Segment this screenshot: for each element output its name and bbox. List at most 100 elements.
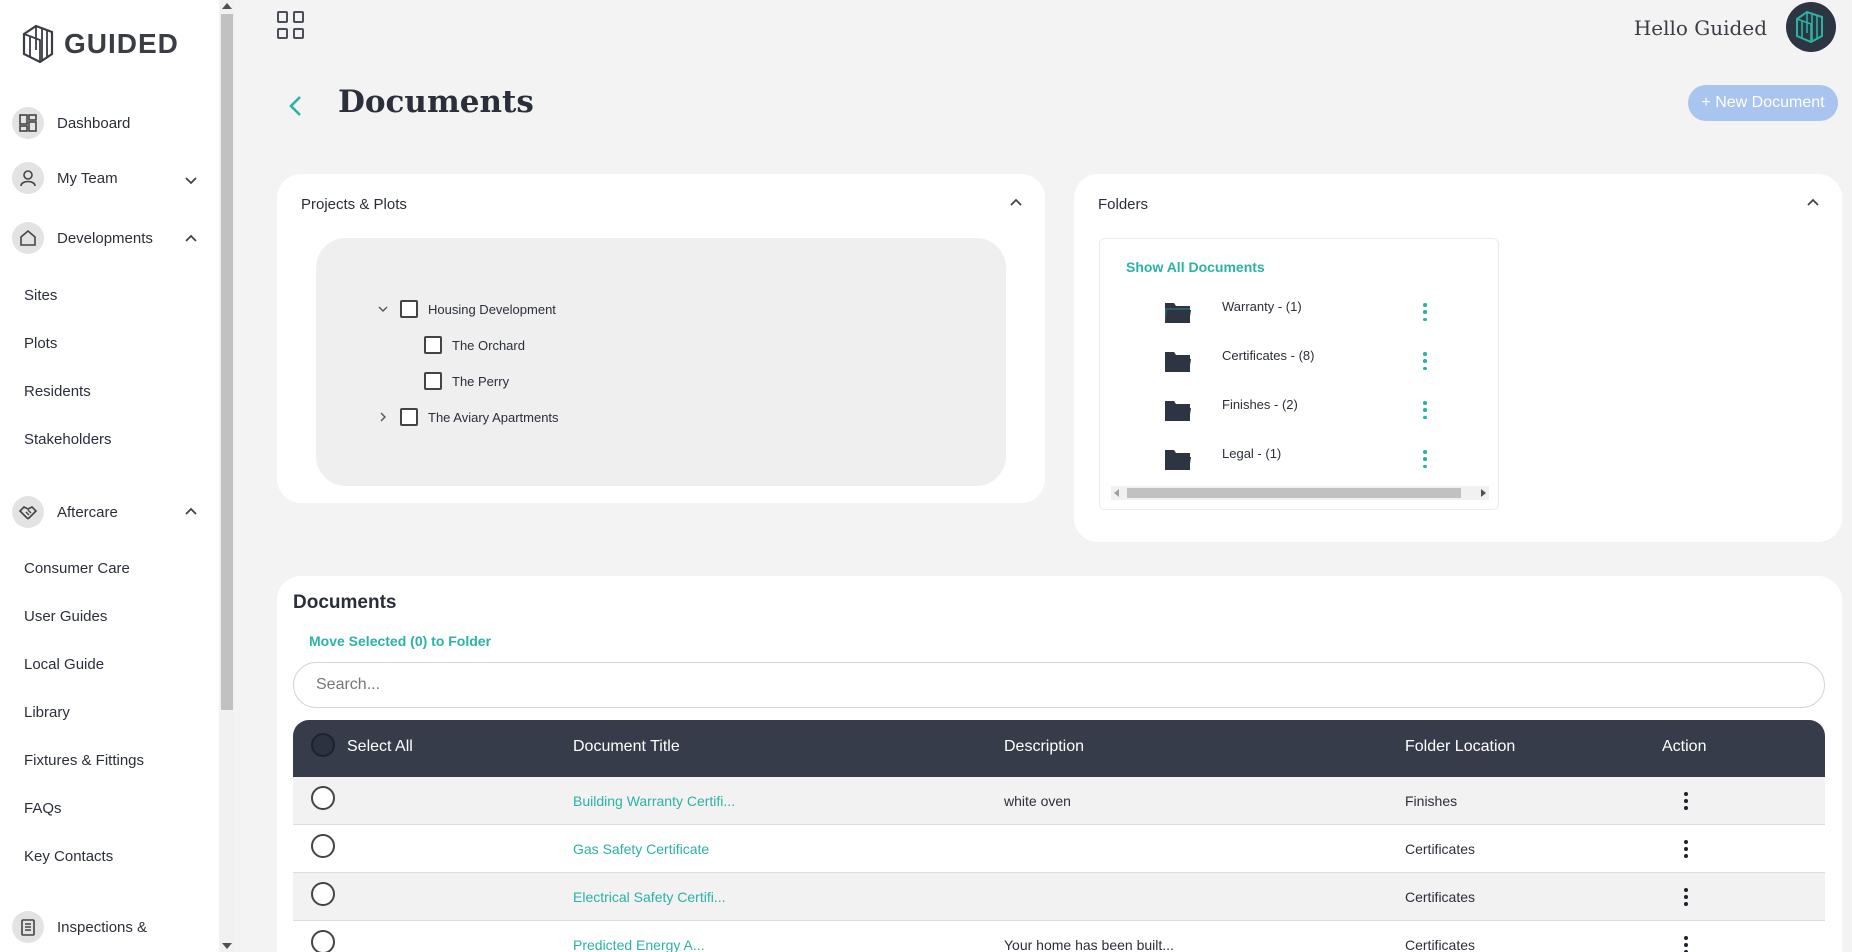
row-actions-icon[interactable] — [1682, 839, 1690, 859]
row-select-radio[interactable] — [311, 834, 335, 858]
scroll-left-icon[interactable] — [1114, 489, 1119, 497]
chevron-up-icon[interactable] — [183, 230, 199, 246]
folder-item[interactable]: Finishes - (2) — [1100, 393, 1498, 429]
row-select-radio[interactable] — [311, 786, 335, 810]
chevron-down-icon[interactable] — [183, 173, 199, 189]
sidebar-item-local-guide[interactable]: Local Guide — [24, 656, 104, 673]
folder-icon — [1165, 450, 1191, 470]
folder-name: Warranty - (1) — [1222, 299, 1302, 314]
folder-item[interactable]: Certificates - (8) — [1100, 344, 1498, 380]
tree-item-housing-development: Housing Development — [376, 298, 556, 320]
row-select-radio[interactable] — [311, 882, 335, 906]
clipboard-icon — [12, 911, 44, 943]
more-options-icon[interactable] — [1420, 448, 1430, 470]
tree-checkbox[interactable] — [400, 300, 418, 318]
collapse-chevron-icon[interactable] — [1008, 194, 1024, 210]
column-header-action: Action — [1662, 738, 1707, 755]
folders-horizontal-scrollbar[interactable] — [1111, 486, 1489, 500]
select-all-radio[interactable] — [311, 733, 335, 757]
scroll-up-icon[interactable] — [222, 3, 232, 9]
document-description: white oven — [1004, 793, 1071, 809]
more-options-icon[interactable] — [1420, 399, 1430, 421]
tree-item-the-orchard: The Orchard — [424, 334, 525, 356]
move-selected-link[interactable]: Move Selected (0) to Folder — [309, 633, 491, 649]
greeting: Hello Guided — [1633, 16, 1767, 40]
tree-item-label: The Perry — [452, 373, 510, 389]
document-title-link[interactable]: Electrical Safety Certifi... — [573, 889, 726, 905]
sidebar-item-aftercare[interactable]: Aftercare — [12, 492, 118, 532]
panel-title: Folders — [1098, 196, 1149, 213]
table-row: Building Warranty Certifi... white oven … — [293, 777, 1825, 825]
tree-item-label: The Orchard — [452, 337, 525, 353]
collapse-chevron-icon[interactable] — [1805, 194, 1821, 210]
sidebar-item-label: Aftercare — [57, 503, 118, 521]
folder-name: Legal - (1) — [1222, 446, 1282, 461]
tree-checkbox[interactable] — [424, 336, 442, 354]
sidebar-item-developments[interactable]: Developments — [12, 218, 153, 258]
sidebar-item-dashboard[interactable]: Dashboard — [12, 103, 130, 143]
folders-panel: Folders Show All Documents Warranty - (1… — [1074, 174, 1842, 542]
chevron-down-icon[interactable] — [376, 302, 390, 316]
row-actions-icon[interactable] — [1682, 887, 1690, 907]
sidebar-item-label: My Team — [57, 169, 118, 187]
chevron-up-icon[interactable] — [183, 503, 199, 519]
page-title: Documents — [338, 84, 534, 120]
user-icon — [12, 162, 44, 194]
sidebar-item-faqs[interactable]: FAQs — [24, 800, 62, 817]
document-folder: Certificates — [1405, 889, 1476, 905]
tree-checkbox[interactable] — [400, 408, 418, 426]
sidebar-scrollbar[interactable] — [219, 0, 235, 952]
more-options-icon[interactable] — [1420, 350, 1430, 372]
sidebar-item-key-contacts[interactable]: Key Contacts — [24, 848, 113, 865]
sidebar-item-my-team[interactable]: My Team — [12, 158, 118, 198]
column-header-description: Description — [1004, 738, 1085, 755]
row-select-radio[interactable] — [311, 930, 335, 952]
folder-name: Certificates - (8) — [1222, 348, 1315, 363]
row-actions-icon[interactable] — [1682, 935, 1690, 952]
documents-title: Documents — [293, 592, 397, 613]
sidebar-item-consumer-care[interactable]: Consumer Care — [24, 560, 130, 577]
new-document-button[interactable]: + New Document — [1688, 85, 1838, 121]
avatar-logo-icon — [1796, 10, 1823, 44]
folder-list: Show All Documents Warranty - (1) Certif… — [1099, 238, 1499, 510]
scrollbar-thumb[interactable] — [1127, 488, 1461, 498]
tree-checkbox[interactable] — [424, 372, 442, 390]
document-title-link[interactable]: Gas Safety Certificate — [573, 841, 709, 857]
document-title-link[interactable]: Building Warranty Certifi... — [573, 793, 735, 809]
folder-icon — [1165, 352, 1191, 372]
document-folder: Certificates — [1405, 841, 1476, 857]
sidebar-item-inspections[interactable]: Inspections & — [12, 907, 147, 947]
folder-icon — [1165, 303, 1191, 323]
sidebar-item-label: Dashboard — [57, 114, 131, 132]
sidebar-item-plots[interactable]: Plots — [24, 335, 57, 352]
sidebar-item-library[interactable]: Library — [24, 704, 70, 721]
chevron-right-icon[interactable] — [376, 410, 390, 424]
brand-name: GUIDED — [64, 28, 179, 59]
guided-logo[interactable]: GUIDED — [20, 22, 179, 66]
sidebar-item-label: Developments — [57, 229, 153, 247]
sidebar-item-sites[interactable]: Sites — [24, 287, 57, 304]
avatar[interactable] — [1786, 2, 1836, 52]
folder-item[interactable]: Warranty - (1) — [1100, 295, 1498, 331]
sidebar-item-stakeholders[interactable]: Stakeholders — [24, 431, 112, 448]
scrollbar-thumb[interactable] — [221, 14, 233, 710]
home-icon — [12, 222, 44, 254]
sidebar-item-fixtures-fittings[interactable]: Fixtures & Fittings — [24, 752, 144, 769]
sidebar-item-residents[interactable]: Residents — [24, 383, 91, 400]
more-options-icon[interactable] — [1420, 301, 1430, 323]
scroll-right-icon[interactable] — [1481, 489, 1486, 497]
back-chevron-icon[interactable] — [286, 94, 306, 118]
show-all-documents-link[interactable]: Show All Documents — [1126, 259, 1265, 275]
column-header-select-all[interactable]: Select All — [347, 738, 413, 756]
documents-panel: Documents Move Selected (0) to Folder Se… — [277, 576, 1842, 952]
tree-item-the-aviary-apartments: The Aviary Apartments — [376, 406, 559, 428]
search-input[interactable] — [293, 662, 1825, 708]
row-actions-icon[interactable] — [1682, 791, 1690, 811]
document-folder: Finishes — [1405, 793, 1458, 809]
sidebar-item-user-guides[interactable]: User Guides — [24, 608, 107, 625]
project-tree: Housing Development The Orchard The Perr… — [316, 238, 1006, 486]
apps-grid-icon[interactable] — [277, 11, 305, 39]
scroll-down-icon[interactable] — [222, 943, 232, 949]
document-title-link[interactable]: Predicted Energy A... — [573, 937, 705, 952]
folder-item[interactable]: Legal - (1) — [1100, 442, 1498, 478]
